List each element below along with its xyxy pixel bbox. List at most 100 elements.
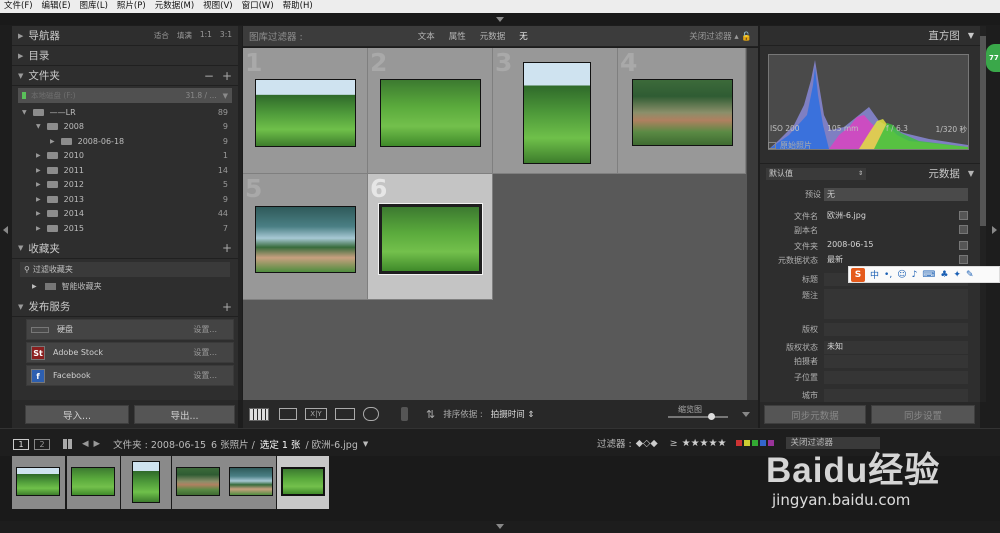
compare-view-icon[interactable]: X|Y bbox=[305, 408, 327, 420]
folders-header[interactable]: ▼ 文件夹 − + bbox=[12, 66, 238, 86]
filmstrip-cell[interactable] bbox=[121, 456, 171, 509]
filmstrip-cell-selected[interactable] bbox=[277, 456, 329, 509]
right-scrollbar[interactable] bbox=[980, 26, 986, 402]
voice-icon[interactable]: ♪ bbox=[912, 270, 918, 280]
disclosure-triangle-icon[interactable]: ▼ bbox=[22, 109, 27, 116]
folder-row[interactable]: ▶ 2014 44 bbox=[18, 207, 232, 222]
metadata-header[interactable]: 默认值 ⇕ 元数据 ▼ bbox=[760, 163, 980, 183]
menu-file[interactable]: 文件(F) bbox=[4, 0, 33, 13]
filter-tab-none[interactable]: 无 bbox=[519, 30, 528, 42]
zoom-fill[interactable]: 填满 bbox=[177, 30, 192, 41]
grid-cell[interactable]: 1 bbox=[243, 48, 368, 174]
menu-window[interactable]: 窗口(W) bbox=[242, 0, 274, 13]
folder-row[interactable]: ▶ 2012 5 bbox=[18, 178, 232, 193]
filter-tab-text[interactable]: 文本 bbox=[418, 30, 435, 42]
filter-preset-select[interactable]: 关闭过滤器 ▴ 🔓 bbox=[689, 30, 752, 42]
add-folder-button[interactable]: + bbox=[222, 69, 232, 83]
grid-cell-selected[interactable]: 6 bbox=[368, 174, 493, 300]
folder-row[interactable]: ▶ 2011 14 bbox=[18, 163, 232, 178]
disclosure-triangle-icon[interactable]: ▶ bbox=[36, 181, 41, 188]
grid-toggle-icon[interactable] bbox=[63, 439, 73, 449]
publish-settings-link[interactable]: 设置... bbox=[193, 324, 217, 335]
menu-photo[interactable]: 照片(P) bbox=[117, 0, 146, 13]
smart-collection-set[interactable]: ▶ 智能收藏夹 bbox=[12, 280, 238, 295]
metadata-preset-select[interactable]: 默认值 ⇕ bbox=[766, 167, 866, 180]
toolbox-icon[interactable]: ✦ bbox=[953, 270, 961, 280]
disclosure-triangle-icon[interactable]: ▼ bbox=[36, 123, 41, 130]
menu-metadata[interactable]: 元数据(M) bbox=[155, 0, 194, 13]
filmstrip-thumbnail[interactable] bbox=[71, 467, 115, 496]
window-2-button[interactable]: 2 bbox=[34, 438, 50, 450]
survey-view-icon[interactable] bbox=[335, 408, 355, 420]
grid-cell[interactable]: 5 bbox=[243, 174, 368, 300]
publish-service[interactable]: f Facebook 设置... bbox=[26, 365, 234, 386]
filmstrip-cell[interactable] bbox=[225, 456, 276, 509]
toolbar-menu-icon[interactable] bbox=[742, 411, 750, 417]
filmstrip-thumbnail[interactable] bbox=[229, 467, 273, 496]
disclosure-triangle-icon[interactable]: ▶ bbox=[50, 138, 55, 145]
publish-header[interactable]: ▼ 发布服务 + bbox=[12, 297, 238, 317]
collapse-left-panel-icon[interactable] bbox=[3, 226, 8, 234]
forward-arrow-icon[interactable]: ▶ bbox=[94, 439, 101, 449]
skin-icon[interactable]: ♣ bbox=[940, 270, 948, 280]
catalog-header[interactable]: ▶ 目录 bbox=[12, 46, 238, 66]
filmstrip-thumbnail-selected[interactable] bbox=[281, 467, 325, 496]
expand-top-panel-icon[interactable] bbox=[496, 17, 504, 22]
menu-help[interactable]: 帮助(H) bbox=[283, 0, 313, 13]
collection-filter[interactable]: ⚲ 过滤收藏夹 bbox=[20, 261, 230, 277]
drive-toggle-icon[interactable]: ▼ bbox=[223, 92, 228, 100]
scrollbar-thumb[interactable] bbox=[980, 36, 986, 226]
photo-thumbnail[interactable] bbox=[255, 206, 356, 273]
grid-view-icon[interactable] bbox=[249, 407, 269, 421]
sync-settings-button[interactable]: 同步设置 bbox=[871, 405, 975, 424]
filter-tab-metadata[interactable]: 元数据 bbox=[480, 30, 506, 42]
drive-bar[interactable]: 本地磁盘 (F:) 31.8 / ... ▼ bbox=[18, 88, 232, 103]
grid-scrollbar[interactable] bbox=[747, 48, 758, 400]
grid-cell[interactable]: 4 bbox=[618, 48, 746, 174]
thumbnail-size-slider[interactable]: 缩览图 bbox=[668, 404, 728, 424]
photo-thumbnail[interactable] bbox=[523, 62, 591, 164]
disclosure-triangle-icon[interactable]: ▶ bbox=[36, 225, 41, 232]
window-1-button[interactable]: 1 bbox=[13, 438, 29, 450]
grid-cell[interactable]: 3 bbox=[493, 48, 618, 174]
collapse-filmstrip-icon[interactable] bbox=[496, 524, 504, 529]
path-dropdown-icon[interactable]: ▼ bbox=[363, 440, 368, 448]
folder-row[interactable]: ▶ 2008-06-18 9 bbox=[18, 134, 232, 149]
back-arrow-icon[interactable]: ◀ bbox=[82, 439, 89, 449]
metadata-field-input[interactable] bbox=[824, 355, 968, 368]
navigator-header[interactable]: ▶ 导航器 适合 填满 1:1 3:1 bbox=[12, 26, 238, 46]
add-publish-button[interactable]: + bbox=[222, 300, 232, 314]
collections-header[interactable]: ▼ 收藏夹 + bbox=[12, 238, 238, 259]
keyboard-icon[interactable]: ⌨ bbox=[922, 270, 935, 280]
module-picker-collapsed[interactable] bbox=[0, 13, 1000, 25]
sync-metadata-button[interactable]: 同步元数据 bbox=[764, 405, 866, 424]
zoom-1-1[interactable]: 1:1 bbox=[200, 30, 212, 41]
source-path[interactable]: 文件夹 : 2008-06-15 bbox=[113, 437, 206, 451]
punctuation-icon[interactable]: •, bbox=[884, 270, 892, 280]
filmstrip-cell[interactable] bbox=[12, 456, 65, 509]
photo-thumbnail-selected[interactable] bbox=[378, 203, 483, 275]
disclosure-triangle-icon[interactable]: ▶ bbox=[36, 167, 41, 174]
photo-thumbnail[interactable] bbox=[632, 79, 733, 146]
publish-service[interactable]: St Adobe Stock 设置... bbox=[26, 342, 234, 363]
filmstrip-cell[interactable] bbox=[172, 456, 225, 509]
folder-row[interactable]: ▼ 2008 9 bbox=[18, 120, 232, 135]
field-action-icon[interactable] bbox=[959, 255, 968, 264]
filmstrip-thumbnail[interactable] bbox=[16, 467, 60, 496]
disclosure-triangle-icon[interactable]: ▶ bbox=[36, 152, 41, 159]
menu-edit[interactable]: 编辑(E) bbox=[42, 0, 71, 13]
add-collection-button[interactable]: + bbox=[222, 241, 232, 255]
filter-tab-attribute[interactable]: 属性 bbox=[449, 30, 466, 42]
flag-filter-icon[interactable]: ◆◇◆ bbox=[636, 438, 658, 449]
field-action-icon[interactable] bbox=[959, 225, 968, 234]
settings-icon[interactable]: ✎ bbox=[966, 270, 974, 280]
publish-settings-link[interactable]: 设置... bbox=[193, 347, 217, 358]
loupe-view-icon[interactable] bbox=[279, 408, 297, 420]
folder-row[interactable]: ▶ 2015 7 bbox=[18, 221, 232, 236]
color-label-filter[interactable] bbox=[736, 440, 775, 446]
rating-filter[interactable]: ★★★★★ bbox=[682, 438, 727, 449]
preset-select[interactable]: 无 bbox=[824, 188, 968, 201]
import-button[interactable]: 导入... bbox=[25, 405, 129, 424]
metadata-field-input[interactable] bbox=[824, 224, 968, 237]
menu-library[interactable]: 图库(L) bbox=[80, 0, 108, 13]
